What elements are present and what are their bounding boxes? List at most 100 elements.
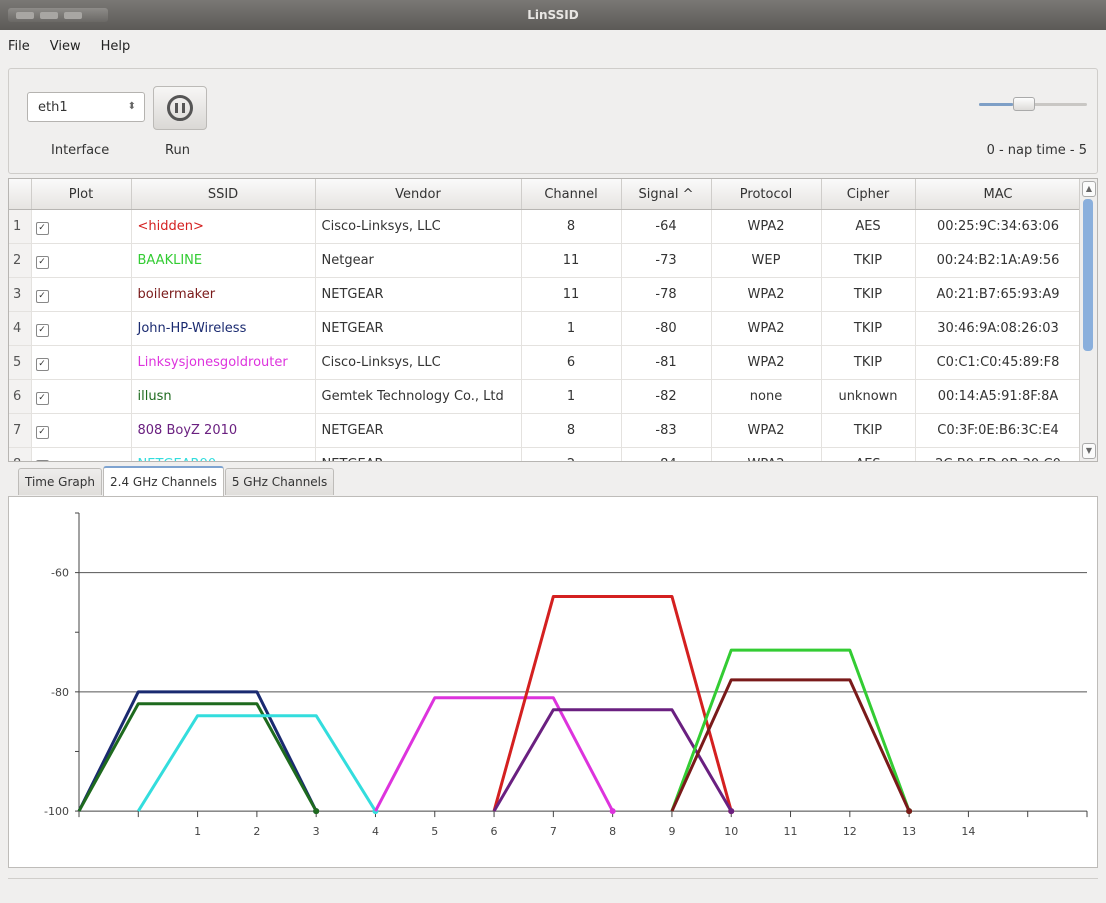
x-tick-label: 9 [668, 825, 675, 838]
col-vendor[interactable]: Vendor [315, 179, 522, 210]
ssid-cell: 808 BoyZ 2010 [131, 413, 316, 448]
series-line [374, 696, 614, 812]
nap-time-label: 0 - nap time - 5 [986, 143, 1087, 158]
checkbox-icon[interactable]: ✓ [35, 459, 49, 461]
protocol-cell: WPA2 [711, 277, 822, 312]
channel-cell: 8 [521, 209, 622, 244]
menu-help[interactable]: Help [101, 39, 131, 54]
checkbox-icon[interactable]: ✓ [35, 255, 49, 269]
vendor-cell: NETGEAR [315, 447, 522, 461]
row-number: 3 [9, 277, 32, 312]
series-line [77, 702, 318, 812]
menu-bar: File View Help [0, 32, 1106, 60]
col-ssid[interactable]: SSID [131, 179, 316, 210]
tab-time-graph[interactable]: Time Graph [18, 468, 102, 495]
col-plot[interactable]: Plot [31, 179, 132, 210]
protocol-cell: WPA2 [711, 209, 822, 244]
scroll-thumb[interactable] [1083, 199, 1093, 351]
series-line [670, 678, 911, 812]
scroll-up-icon[interactable]: ▲ [1082, 181, 1096, 197]
signal-cell: -80 [621, 311, 712, 346]
x-tick-label: 10 [724, 825, 738, 838]
interface-label: Interface [51, 143, 110, 158]
y-tick-label: -100 [44, 805, 69, 818]
col-signal[interactable]: Signal ^ [621, 179, 712, 210]
x-tick-label: 6 [491, 825, 498, 838]
channel-chart: -60-80-1001 2 3 4 5 6 7 8 9 10 11 12 13 14 [44, 512, 1088, 838]
ssid-cell: illusn [131, 379, 316, 414]
table-header: Plot SSID Vendor Channel Signal ^ Protoc… [9, 179, 1082, 210]
vendor-cell: NETGEAR [315, 311, 522, 346]
series-line [137, 714, 377, 812]
table-row[interactable]: 5 ✓ Linksysjonesgoldrouter Cisco-Linksys, L… [9, 345, 1082, 380]
tab-5ghz-channels[interactable]: 5 GHz Channels [224, 468, 335, 495]
window-title: LinSSID [527, 8, 579, 22]
scroll-down-icon[interactable]: ▼ [1082, 443, 1096, 459]
signal-cell: -78 [621, 277, 712, 312]
row-number: 1 [9, 209, 32, 244]
vendor-cell: Netgear [315, 243, 522, 278]
x-tick-label: 4 [372, 825, 379, 838]
x-tick-label: 12 [843, 825, 857, 838]
checkbox-icon[interactable]: ✓ [35, 323, 49, 337]
protocol-cell: WPA2 [711, 311, 822, 346]
signal-cell: -84 [621, 447, 712, 461]
table-row[interactable]: 3 ✓ boilermaker NETGEAR 11 -78 WPA2 TKIP A0:21:B… [9, 277, 1082, 312]
table-row[interactable]: 1 ✓ <hidden> Cisco-Linksys, LLC 8 -64 WPA2 AES 0… [9, 209, 1082, 244]
col-cipher[interactable]: Cipher [821, 179, 916, 210]
cipher-cell: unknown [821, 379, 916, 414]
series-point [906, 808, 913, 815]
plot-checkbox: ✓ [31, 447, 132, 461]
channel-cell: 11 [521, 243, 622, 278]
col-channel[interactable]: Channel [521, 179, 622, 210]
series-line [492, 594, 733, 812]
channel-chart-panel: -60 -80 -100 1 2 3 4 5 6 7 8 9 10 11 12 13 14 [8, 496, 1098, 868]
table-row[interactable]: 2 ✓ BAAKLINE Netgear 11 -73 WEP TKIP 00:24:B2:1A… [9, 243, 1082, 278]
checkbox-icon[interactable]: ✓ [35, 391, 49, 405]
ssid-cell: <hidden> [131, 209, 316, 244]
plot-checkbox: ✓ [31, 243, 132, 278]
channel-cell: 8 [521, 413, 622, 448]
nap-time-slider[interactable] [979, 95, 1087, 113]
channel-cell: 1 [521, 311, 622, 346]
signal-cell: -82 [621, 379, 712, 414]
table-row[interactable]: 7 ✓ 808 BoyZ 2010 NETGEAR 8 -83 WPA2 TKIP C0:3F:… [9, 413, 1082, 448]
vendor-cell: Cisco-Linksys, LLC [315, 345, 522, 380]
vendor-cell: NETGEAR [315, 413, 522, 448]
x-tick-label: 14 [961, 825, 975, 838]
tab-24ghz-channels[interactable]: 2.4 GHz Channels [103, 466, 224, 496]
protocol-cell: WPA2 [711, 413, 822, 448]
table-row[interactable]: 8✓ NETGEAR90NETGEAR2-84WPA2AES2C:B0:5D:9B… [9, 447, 1082, 461]
network-table: Plot SSID Vendor Channel Signal ^ Protoc… [8, 178, 1098, 462]
menu-file[interactable]: File [8, 39, 30, 54]
vendor-cell: NETGEAR [315, 277, 522, 312]
cipher-cell: TKIP [821, 311, 916, 346]
menu-view[interactable]: View [50, 39, 81, 54]
plot-checkbox: ✓ [31, 379, 132, 414]
mac-cell: C0:C1:C0:45:89:F8 [915, 345, 1082, 380]
table-scrollbar[interactable]: ▲ ▼ [1079, 179, 1097, 461]
interface-select[interactable]: eth1 ⬍ [27, 92, 145, 122]
slider-handle[interactable] [1013, 97, 1035, 111]
cipher-cell: TKIP [821, 345, 916, 380]
series-point [609, 808, 616, 815]
table-row[interactable]: 4 ✓ John-HP-Wireless NETGEAR 1 -80 WPA2 TKIP 30:… [9, 311, 1082, 346]
run-button[interactable] [153, 86, 207, 130]
y-tick-label: -60 [51, 567, 69, 580]
y-tick-label: -80 [51, 686, 69, 699]
protocol-cell: WPA2 [711, 447, 822, 461]
checkbox-icon[interactable]: ✓ [35, 425, 49, 439]
col-mac[interactable]: MAC [915, 179, 1082, 210]
checkbox-icon[interactable]: ✓ [35, 221, 49, 235]
plot-checkbox: ✓ [31, 413, 132, 448]
checkbox-icon[interactable]: ✓ [35, 357, 49, 371]
x-tick-label: 11 [784, 825, 798, 838]
row-number: 2 [9, 243, 32, 278]
table-row[interactable]: 6 ✓ illusn Gemtek Technology Co., Ltd 1 -82 no… [9, 379, 1082, 414]
interface-value: eth1 [38, 99, 68, 115]
cipher-cell: TKIP [821, 277, 916, 312]
plot-checkbox: ✓ [31, 277, 132, 312]
checkbox-icon[interactable]: ✓ [35, 289, 49, 303]
protocol-cell: WPA2 [711, 345, 822, 380]
col-protocol[interactable]: Protocol [711, 179, 822, 210]
